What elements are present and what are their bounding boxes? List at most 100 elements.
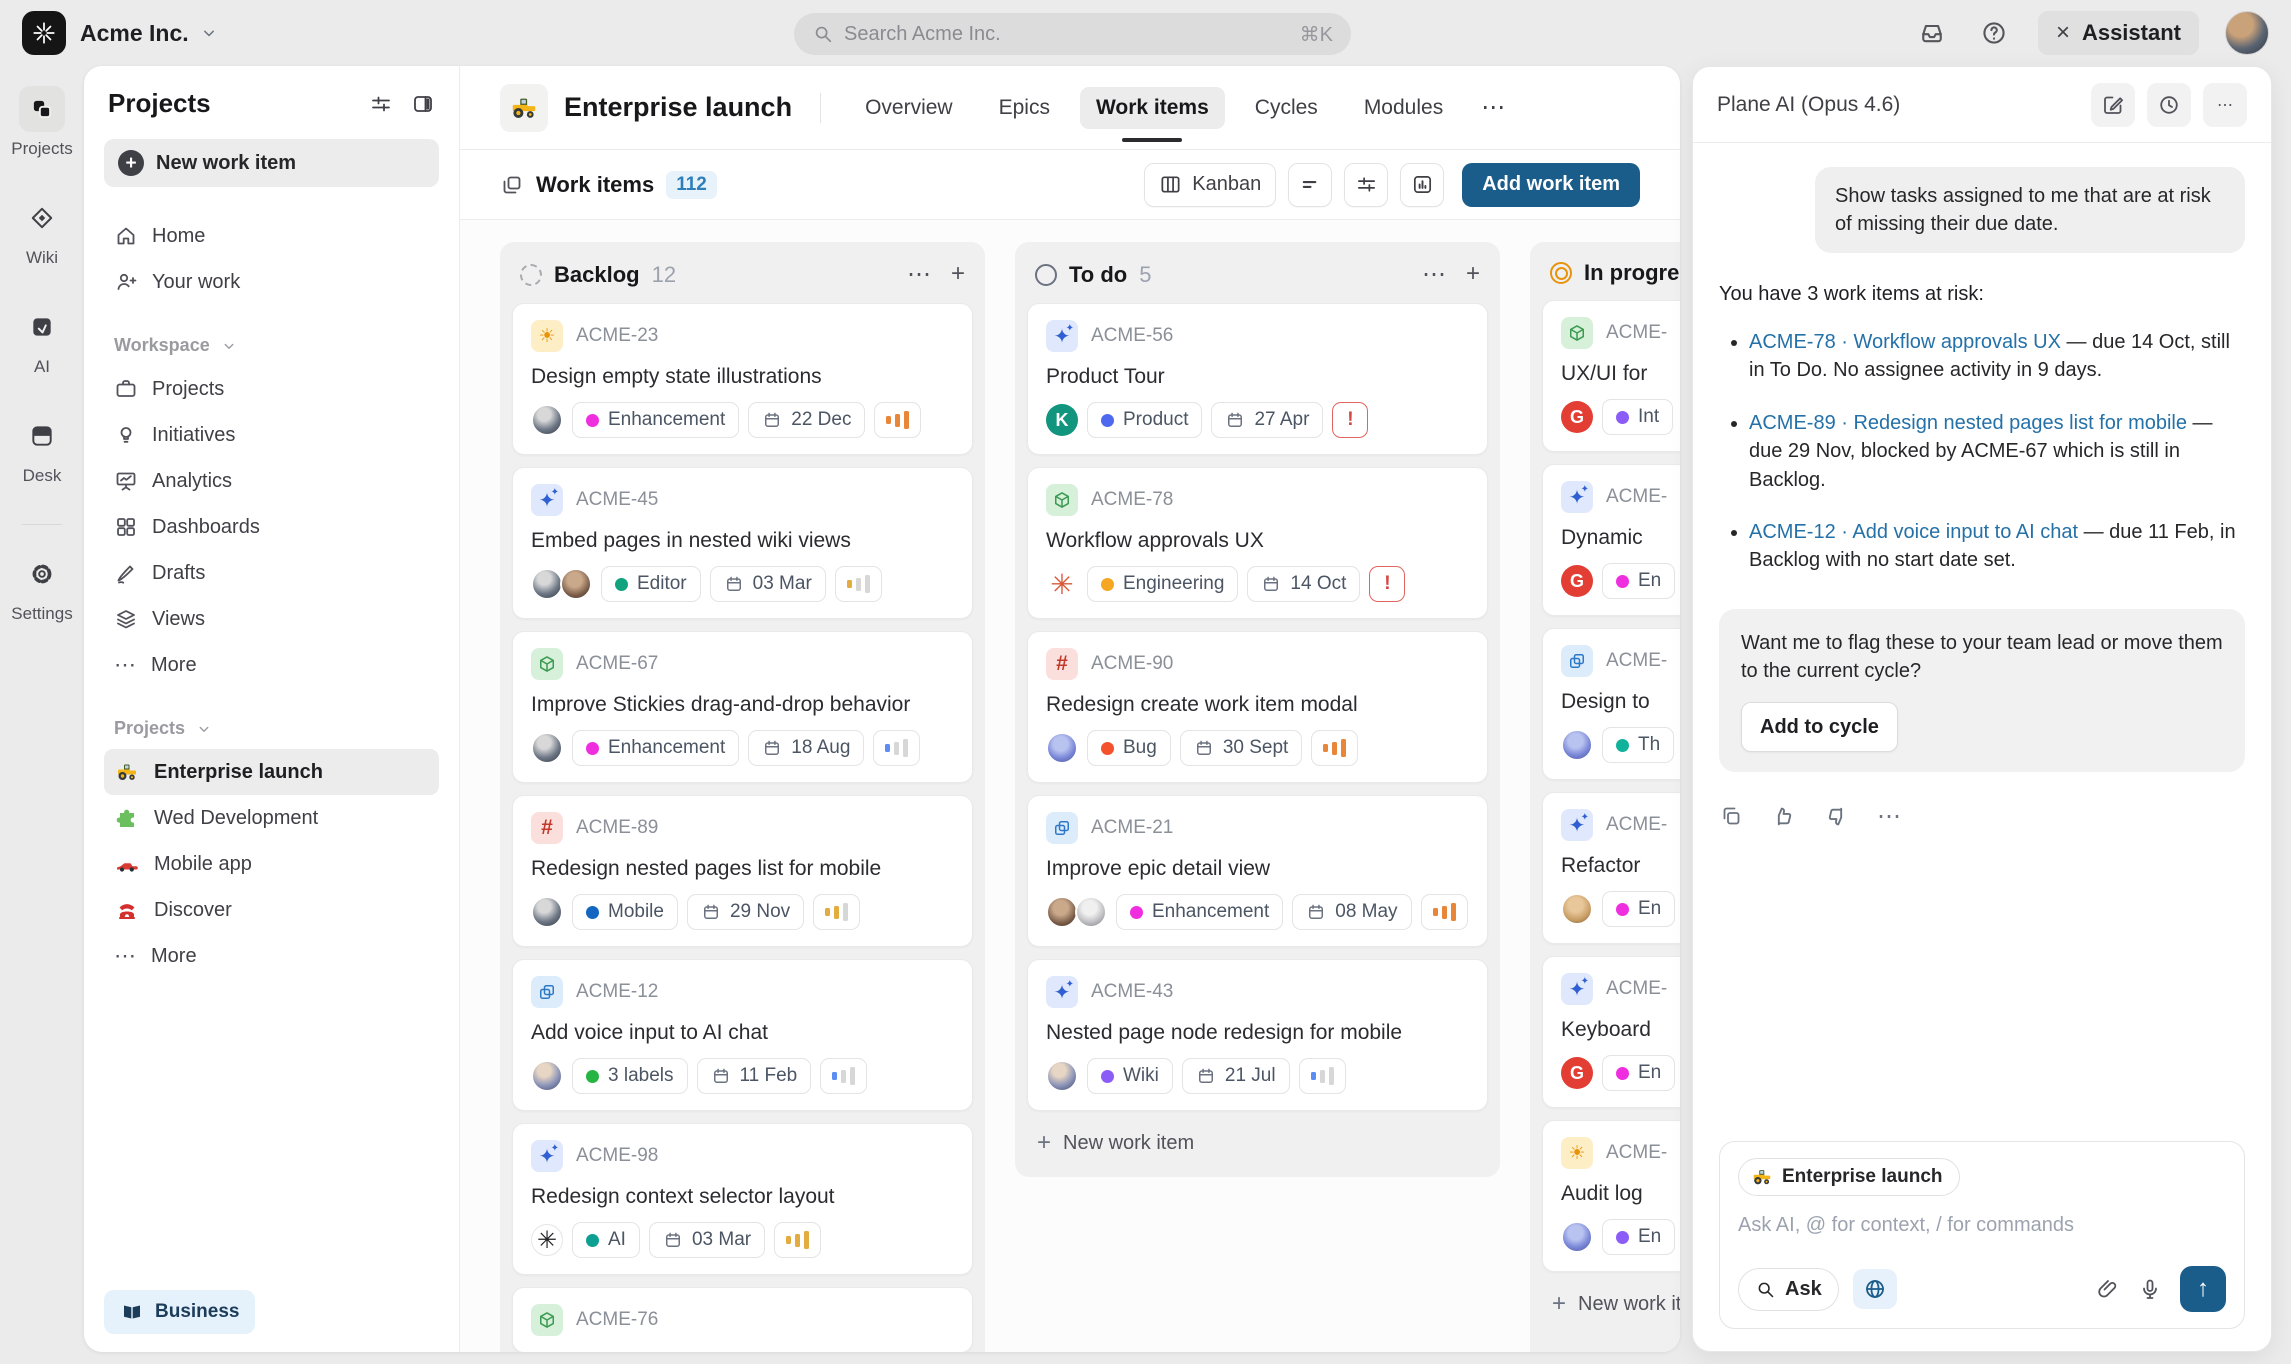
assignee-avatar[interactable] [1046, 732, 1078, 764]
column-add-button[interactable]: + [1466, 260, 1480, 289]
work-item-card[interactable]: #ACME-89 Redesign nested pages list for … [512, 795, 973, 947]
work-item-link[interactable]: ACME-78 · Workflow approvals UX [1749, 331, 2061, 353]
assignee-avatar[interactable]: G [1561, 401, 1593, 433]
add-work-item-button[interactable]: Add work item [1462, 163, 1640, 207]
copy-button[interactable] [1719, 804, 1743, 828]
assignee-avatar[interactable]: K [1046, 404, 1078, 436]
starburst-avatar[interactable]: ✳ [1046, 568, 1078, 600]
attach-button[interactable] [2096, 1277, 2120, 1301]
urgent-priority-pill[interactable]: ! [1369, 566, 1405, 602]
analytics-button[interactable] [1400, 163, 1444, 207]
due-date-pill[interactable]: 14 Oct [1247, 566, 1360, 602]
send-button[interactable]: ↑ [2180, 1266, 2226, 1312]
work-item-card[interactable]: ✦✦ACME-43 Nested page node redesign for … [1027, 959, 1488, 1111]
due-date-pill[interactable]: 03 Mar [649, 1222, 765, 1258]
workspace-section-header[interactable]: Workspace [114, 335, 429, 356]
work-item-card[interactable]: ✦✦ACME- Keyboard G En [1542, 956, 1680, 1108]
assignee-avatar[interactable] [531, 568, 563, 600]
sidebar-item-initiatives[interactable]: Initiatives [104, 412, 439, 458]
work-item-card[interactable]: ACME-67 Improve Stickies drag-and-drop b… [512, 631, 973, 783]
due-date-pill[interactable]: 03 Mar [710, 566, 826, 602]
rail-item-projects[interactable]: Projects [11, 86, 72, 159]
work-item-card[interactable]: ACME-78 Workflow approvals UX ✳ Engineer… [1027, 467, 1488, 619]
help-button[interactable] [1976, 15, 2012, 51]
label-pill[interactable]: Int [1602, 399, 1673, 435]
new-work-item-button[interactable]: + New work item [104, 139, 439, 187]
work-item-card[interactable]: ✦✦ACME-56 Product Tour K Product 27 Apr … [1027, 303, 1488, 455]
tab-modules[interactable]: Modules [1348, 87, 1459, 129]
sidebar-item-projects[interactable]: Projects [104, 366, 439, 412]
project-item-mobile-app[interactable]: Mobile app [104, 841, 439, 887]
column-menu-button[interactable]: ⋯ [1422, 260, 1446, 289]
label-pill[interactable]: En [1602, 1055, 1675, 1091]
thumbs-up-button[interactable] [1771, 804, 1796, 829]
label-pill[interactable]: Th [1602, 727, 1674, 763]
assignee-avatar[interactable] [1561, 729, 1593, 761]
progress-chart-pill[interactable] [873, 730, 920, 766]
assignee-avatar[interactable] [1561, 893, 1593, 925]
label-pill[interactable]: Wiki [1087, 1058, 1173, 1094]
work-item-link[interactable]: ACME-12 · Add voice input to AI chat [1749, 521, 2078, 543]
rail-item-ai[interactable]: AI [19, 304, 65, 377]
urgent-priority-pill[interactable]: ! [1332, 402, 1368, 438]
progress-chart-pill[interactable] [820, 1058, 867, 1094]
assignee-avatar[interactable] [1046, 1060, 1078, 1092]
assignee-avatar[interactable] [1075, 896, 1107, 928]
progress-chart-pill[interactable] [1421, 894, 1468, 930]
project-item-enterprise-launch[interactable]: Enterprise launch [104, 749, 439, 795]
sidebar-item-home[interactable]: Home [104, 213, 439, 259]
label-pill[interactable]: Enhancement [572, 730, 739, 766]
work-item-card[interactable]: ✦✦ACME- Dynamic G En [1542, 464, 1680, 616]
project-item-discover[interactable]: Discover [104, 887, 439, 933]
rail-item-settings[interactable]: Settings [11, 551, 72, 624]
voice-input-button[interactable] [2138, 1277, 2162, 1301]
tab-work-items[interactable]: Work items [1080, 87, 1225, 129]
due-date-pill[interactable]: 11 Feb [697, 1058, 812, 1094]
new-work-item-row[interactable]: + New work item [1027, 1123, 1488, 1165]
ask-mode-button[interactable]: Ask [1738, 1268, 1839, 1311]
work-item-card[interactable]: ☀ACME- Audit log En [1542, 1120, 1680, 1272]
work-item-card[interactable]: #ACME-90 Redesign create work item modal… [1027, 631, 1488, 783]
work-item-link[interactable]: ACME-89 · Redesign nested pages list for… [1749, 412, 2187, 434]
openai-avatar[interactable]: ✳ [531, 1224, 563, 1256]
label-pill[interactable]: 3 labels [572, 1058, 688, 1094]
work-item-card[interactable]: ☀ACME-23 Design empty state illustration… [512, 303, 973, 455]
sidebar-collapse-button[interactable] [411, 92, 435, 116]
tab-cycles[interactable]: Cycles [1239, 87, 1334, 129]
chevron-down-icon[interactable] [199, 23, 219, 43]
assistant-input-placeholder[interactable]: Ask AI, @ for context, / for commands [1738, 1214, 2226, 1237]
inbox-button[interactable] [1914, 15, 1950, 51]
column-add-button[interactable]: + [951, 260, 965, 289]
view-switcher-kanban[interactable]: Kanban [1144, 163, 1276, 207]
assignee-avatar[interactable]: G [1561, 565, 1593, 597]
plan-badge[interactable]: Business [104, 1290, 255, 1334]
sidebar-item-views[interactable]: Views [104, 596, 439, 642]
progress-chart-pill[interactable] [1299, 1058, 1346, 1094]
assignee-avatar[interactable] [1046, 896, 1078, 928]
display-options-button[interactable] [1344, 163, 1388, 207]
sidebar-item-your-work[interactable]: Your work [104, 259, 439, 305]
label-pill[interactable]: Engineering [1087, 566, 1238, 602]
due-date-pill[interactable]: 30 Sept [1180, 730, 1303, 766]
due-date-pill[interactable]: 18 Aug [748, 730, 864, 766]
work-item-card[interactable]: ACME-21 Improve epic detail view Enhance… [1027, 795, 1488, 947]
thumbs-down-button[interactable] [1824, 804, 1849, 829]
assignee-avatar[interactable]: G [1561, 1057, 1593, 1089]
progress-chart-pill[interactable] [774, 1222, 821, 1258]
close-icon[interactable]: × [2056, 19, 2070, 47]
project-item-wed-development[interactable]: Wed Development [104, 795, 439, 841]
label-pill[interactable]: Editor [601, 566, 701, 602]
search-input[interactable]: Search Acme Inc. ⌘K [794, 13, 1351, 55]
assignee-avatar[interactable] [531, 1060, 563, 1092]
due-date-pill[interactable]: 27 Apr [1211, 402, 1323, 438]
response-more-button[interactable]: ⋯ [1877, 802, 1903, 831]
label-pill[interactable]: En [1602, 563, 1675, 599]
due-date-pill[interactable]: 29 Nov [687, 894, 804, 930]
sidebar-item-drafts[interactable]: Drafts [104, 550, 439, 596]
assignee-avatar[interactable] [531, 404, 563, 436]
assistant-input-card[interactable]: Enterprise launch Ask AI, @ for context,… [1719, 1141, 2245, 1329]
assignee-avatar[interactable] [531, 732, 563, 764]
work-item-card[interactable]: ACME-12 Add voice input to AI chat 3 lab… [512, 959, 973, 1111]
web-search-button[interactable] [1853, 1269, 1897, 1309]
workspace-name[interactable]: Acme Inc. [80, 20, 189, 47]
